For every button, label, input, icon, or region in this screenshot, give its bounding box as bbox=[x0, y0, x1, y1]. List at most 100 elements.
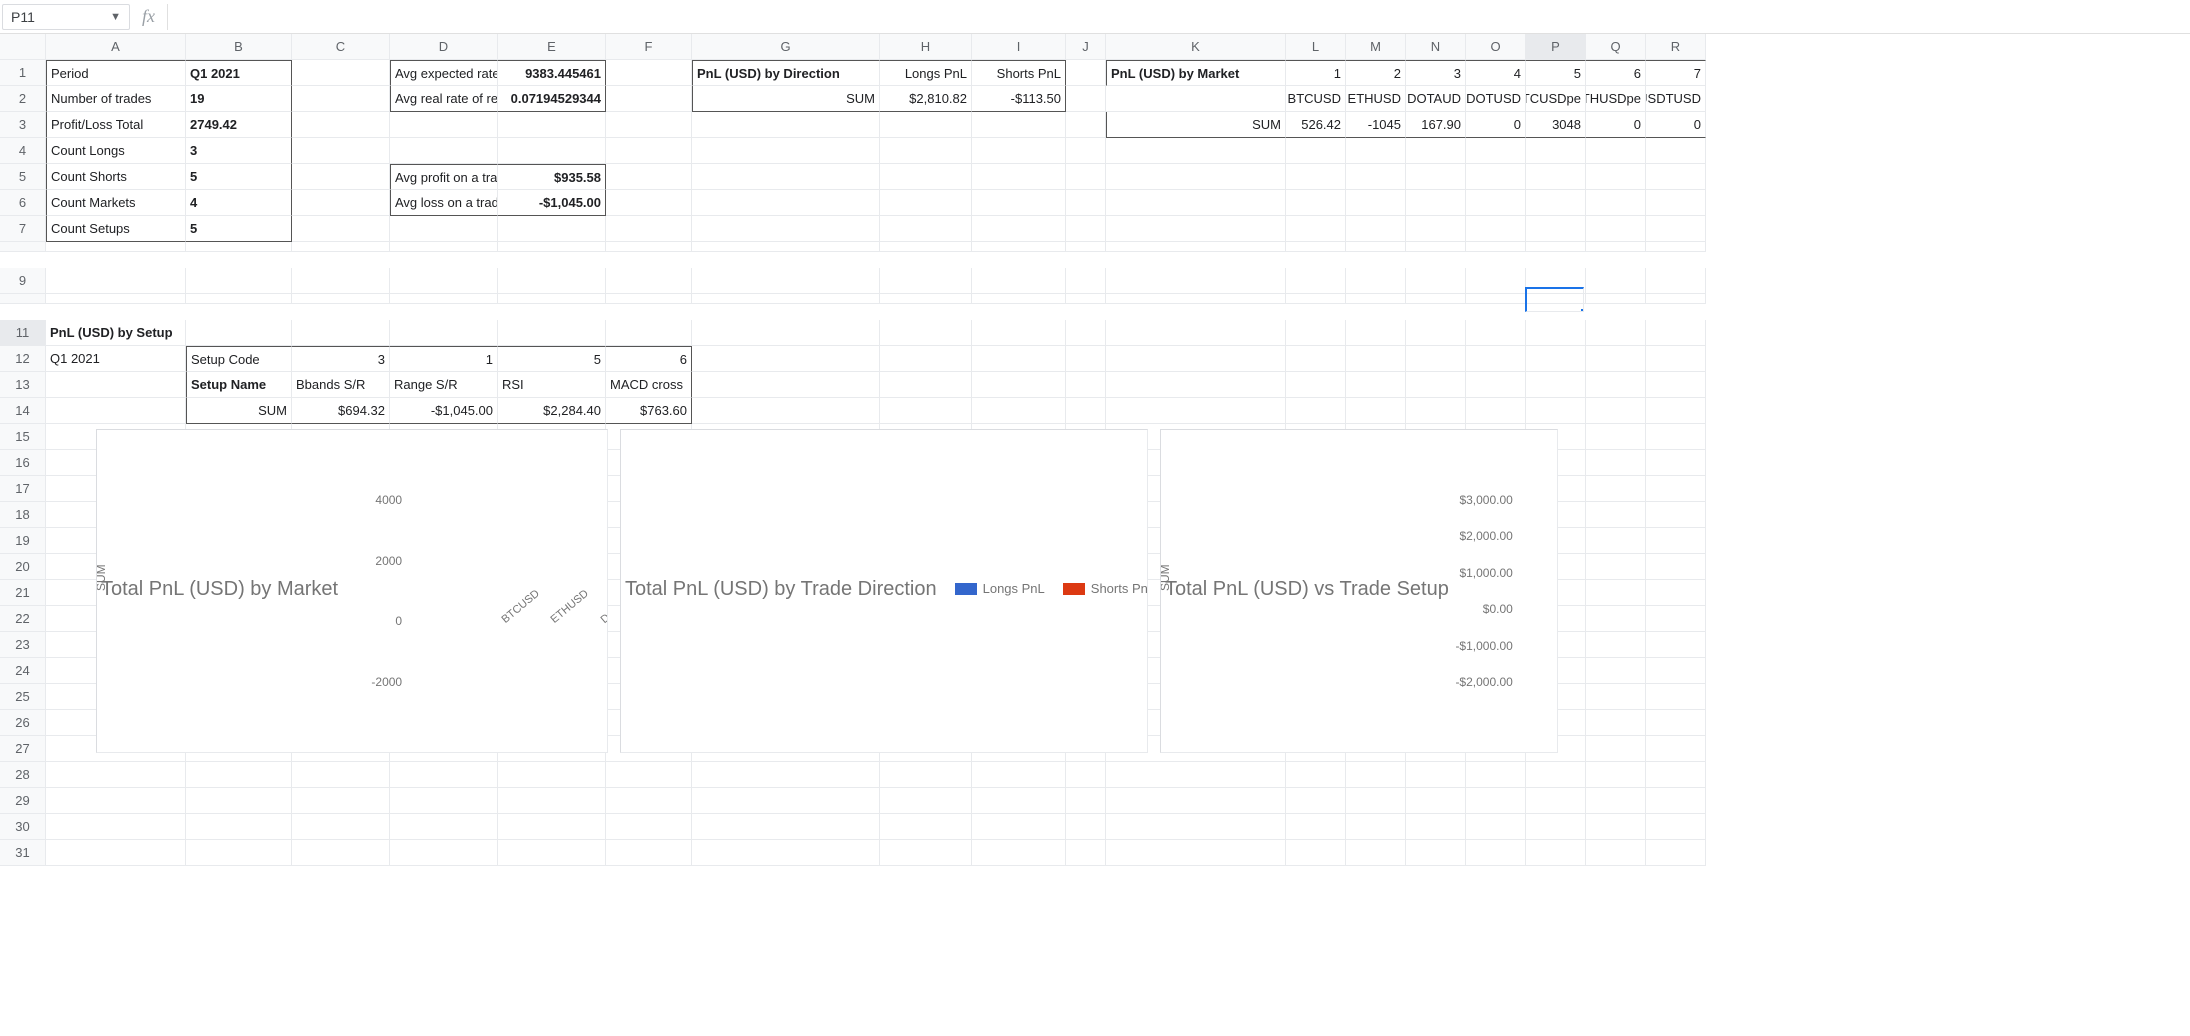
cell-E3[interactable] bbox=[498, 112, 606, 138]
cell-K9[interactable] bbox=[1106, 268, 1286, 294]
cell-J30[interactable] bbox=[1066, 814, 1106, 840]
cell-J3[interactable] bbox=[1066, 112, 1106, 138]
cell-B30[interactable] bbox=[186, 814, 292, 840]
col-header-E[interactable]: E bbox=[498, 34, 606, 60]
cell-E14[interactable]: $2,284.40 bbox=[498, 398, 606, 424]
cell-K3[interactable]: SUM bbox=[1106, 112, 1286, 138]
cell-F28[interactable] bbox=[606, 762, 692, 788]
cell-J1[interactable] bbox=[1066, 60, 1106, 86]
row-header-9[interactable]: 9 bbox=[0, 268, 46, 294]
row-header-31[interactable]: 31 bbox=[0, 840, 46, 866]
cell-A10[interactable] bbox=[46, 294, 186, 304]
cell-L1[interactable]: 1 bbox=[1286, 60, 1346, 86]
cell-L2[interactable]: BTCUSD bbox=[1286, 86, 1346, 112]
cell-R27[interactable] bbox=[1646, 736, 1706, 762]
cell-Q11[interactable] bbox=[1586, 320, 1646, 346]
cell-D31[interactable] bbox=[390, 840, 498, 866]
cell-D14[interactable]: -$1,045.00 bbox=[390, 398, 498, 424]
col-header-G[interactable]: G bbox=[692, 34, 880, 60]
cell-O30[interactable] bbox=[1466, 814, 1526, 840]
cell-R25[interactable] bbox=[1646, 684, 1706, 710]
row-header-5[interactable]: 5 bbox=[0, 164, 46, 190]
cell-Q8[interactable] bbox=[1586, 242, 1646, 252]
cell-F9[interactable] bbox=[606, 268, 692, 294]
cell-K30[interactable] bbox=[1106, 814, 1286, 840]
cell-M13[interactable] bbox=[1346, 372, 1406, 398]
row-header-18[interactable]: 18 bbox=[0, 502, 46, 528]
cell-C6[interactable] bbox=[292, 190, 390, 216]
cell-L5[interactable] bbox=[1286, 164, 1346, 190]
cell-H29[interactable] bbox=[880, 788, 972, 814]
cell-A14[interactable] bbox=[46, 398, 186, 424]
cell-F29[interactable] bbox=[606, 788, 692, 814]
cell-I12[interactable] bbox=[972, 346, 1066, 372]
cell-E7[interactable] bbox=[498, 216, 606, 242]
cell-A8[interactable] bbox=[46, 242, 186, 252]
cell-N7[interactable] bbox=[1406, 216, 1466, 242]
cell-F2[interactable] bbox=[606, 86, 692, 112]
cell-R3[interactable]: 0 bbox=[1646, 112, 1706, 138]
cell-M10[interactable] bbox=[1346, 294, 1406, 304]
cell-N30[interactable] bbox=[1406, 814, 1466, 840]
chart-setup[interactable]: Total PnL (USD) vs Trade SetupSUM-$2,000… bbox=[1160, 429, 1558, 753]
cell-R31[interactable] bbox=[1646, 840, 1706, 866]
col-header-B[interactable]: B bbox=[186, 34, 292, 60]
cell-I11[interactable] bbox=[972, 320, 1066, 346]
cell-Q22[interactable] bbox=[1586, 606, 1646, 632]
cell-E4[interactable] bbox=[498, 138, 606, 164]
cell-B9[interactable] bbox=[186, 268, 292, 294]
cell-P9[interactable] bbox=[1526, 268, 1586, 294]
cell-H2[interactable]: $2,810.82 bbox=[880, 86, 972, 112]
cell-C10[interactable] bbox=[292, 294, 390, 304]
cell-R13[interactable] bbox=[1646, 372, 1706, 398]
cell-P10[interactable] bbox=[1526, 294, 1586, 304]
cell-H14[interactable] bbox=[880, 398, 972, 424]
cell-C11[interactable] bbox=[292, 320, 390, 346]
cell-B12[interactable]: Setup Code bbox=[186, 346, 292, 372]
cell-K5[interactable] bbox=[1106, 164, 1286, 190]
cell-Q15[interactable] bbox=[1586, 424, 1646, 450]
cell-G7[interactable] bbox=[692, 216, 880, 242]
cell-F4[interactable] bbox=[606, 138, 692, 164]
cell-P8[interactable] bbox=[1526, 242, 1586, 252]
cell-O8[interactable] bbox=[1466, 242, 1526, 252]
cell-G10[interactable] bbox=[692, 294, 880, 304]
cell-R7[interactable] bbox=[1646, 216, 1706, 242]
cell-G2[interactable]: SUM bbox=[692, 86, 880, 112]
cell-O28[interactable] bbox=[1466, 762, 1526, 788]
cell-O3[interactable]: 0 bbox=[1466, 112, 1526, 138]
cell-I14[interactable] bbox=[972, 398, 1066, 424]
cell-H6[interactable] bbox=[880, 190, 972, 216]
cell-N8[interactable] bbox=[1406, 242, 1466, 252]
spreadsheet-grid[interactable]: ABCDEFGHIJKLMNOPQR1PeriodQ1 2021Avg expe… bbox=[0, 34, 2190, 866]
cell-B5[interactable]: 5 bbox=[186, 164, 292, 190]
cell-O9[interactable] bbox=[1466, 268, 1526, 294]
cell-Q20[interactable] bbox=[1586, 554, 1646, 580]
cell-D10[interactable] bbox=[390, 294, 498, 304]
cell-O11[interactable] bbox=[1466, 320, 1526, 346]
cell-R17[interactable] bbox=[1646, 476, 1706, 502]
cell-K1[interactable]: PnL (USD) by Market bbox=[1106, 60, 1286, 86]
cell-G3[interactable] bbox=[692, 112, 880, 138]
cell-G8[interactable] bbox=[692, 242, 880, 252]
cell-N4[interactable] bbox=[1406, 138, 1466, 164]
cell-F7[interactable] bbox=[606, 216, 692, 242]
cell-R20[interactable] bbox=[1646, 554, 1706, 580]
cell-D30[interactable] bbox=[390, 814, 498, 840]
cell-L13[interactable] bbox=[1286, 372, 1346, 398]
cell-C2[interactable] bbox=[292, 86, 390, 112]
cell-H9[interactable] bbox=[880, 268, 972, 294]
row-header-23[interactable]: 23 bbox=[0, 632, 46, 658]
cell-K14[interactable] bbox=[1106, 398, 1286, 424]
cell-N2[interactable]: DOTAUD bbox=[1406, 86, 1466, 112]
cell-I5[interactable] bbox=[972, 164, 1066, 190]
cell-F8[interactable] bbox=[606, 242, 692, 252]
cell-P1[interactable]: 5 bbox=[1526, 60, 1586, 86]
cell-N3[interactable]: 167.90 bbox=[1406, 112, 1466, 138]
cell-Q17[interactable] bbox=[1586, 476, 1646, 502]
cell-Q5[interactable] bbox=[1586, 164, 1646, 190]
row-header-28[interactable]: 28 bbox=[0, 762, 46, 788]
cell-H31[interactable] bbox=[880, 840, 972, 866]
cell-D9[interactable] bbox=[390, 268, 498, 294]
cell-D4[interactable] bbox=[390, 138, 498, 164]
